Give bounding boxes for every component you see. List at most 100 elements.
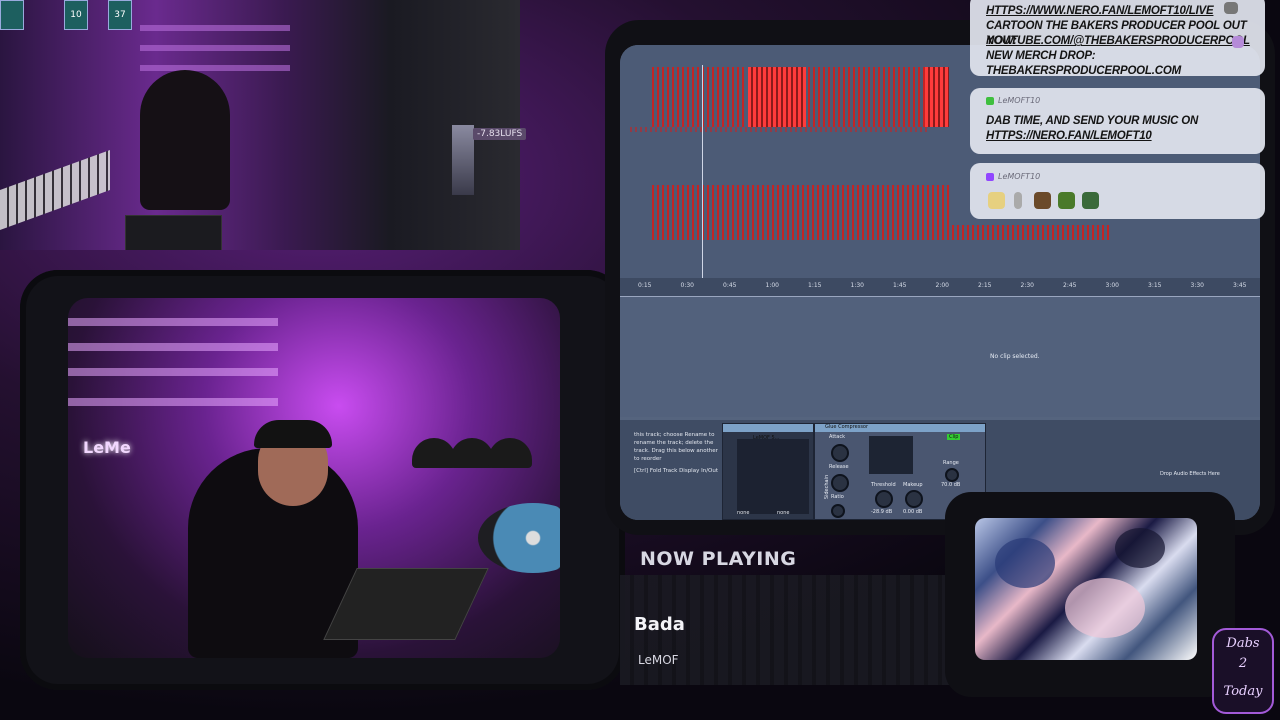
- chat-line-link[interactable]: YOUTUBE.COM/@THEBAKERSPRODUCERPOOL: [986, 34, 1250, 49]
- neon-sign: LeMe: [83, 438, 131, 457]
- clip-view-status: No clip selected.: [990, 353, 1040, 360]
- chat-line: DAB TIME, AND SEND YOUR MUSIC ON: [986, 115, 1199, 127]
- audio-clip[interactable]: [652, 185, 952, 240]
- ruler-tick: 1:00: [765, 282, 779, 289]
- info-text: this track; choose Rename to rename the …: [634, 432, 718, 462]
- wall-sticker: 10: [64, 0, 88, 30]
- playhead[interactable]: [702, 65, 703, 280]
- makeup-value: 0.00 dB: [903, 509, 923, 515]
- range-knob[interactable]: [945, 468, 959, 482]
- chat-username[interactable]: LeMOFT10: [998, 96, 1040, 105]
- clip-view[interactable]: [620, 297, 1260, 417]
- audio-clip[interactable]: [652, 67, 747, 127]
- chat-line: NEW MERCH DROP: THEBAKERSPRODUCERPOOL.CO…: [986, 50, 1181, 77]
- streamer-cap: [254, 420, 332, 448]
- audio-clip[interactable]: [925, 67, 949, 127]
- shelf: [68, 318, 278, 326]
- shelf: [68, 343, 278, 351]
- now-playing-heading: NOW PLAYING: [640, 548, 797, 570]
- chat-username[interactable]: LeMOFT10: [998, 172, 1040, 181]
- audio-clip[interactable]: [952, 225, 1112, 240]
- gain-reduction-meter: [869, 436, 913, 474]
- drum-pad: [125, 215, 222, 250]
- ruler-tick: 0:30: [680, 282, 694, 289]
- range-label: Range: [943, 460, 959, 466]
- emote-icon: [1082, 192, 1099, 209]
- emote-icon: [1014, 192, 1022, 209]
- track-title: Bada: [634, 614, 685, 635]
- device-title-bar[interactable]: Glue Compressor: [815, 424, 985, 432]
- channel-logo: Dabs 2 Today: [1212, 628, 1274, 714]
- turntable: [478, 503, 560, 573]
- ruler-tick: 3:00: [1105, 282, 1119, 289]
- release-knob[interactable]: [831, 474, 849, 492]
- threshold-value: -28.9 dB: [871, 509, 893, 515]
- ratio-knob[interactable]: [831, 504, 845, 518]
- chat-line-link[interactable]: HTTPS://NERO.FAN/LEMOFT10: [986, 129, 1152, 144]
- timeline-ruler[interactable]: 0:15 0:30 0:45 1:00 1:15 1:30 1:45 2:00 2:15 2:30…: [620, 278, 1260, 298]
- chat-line-link[interactable]: HTTPS://WWW.NERO.FAN/LEMOFT10/LIVE: [986, 4, 1214, 19]
- wall-sticker: [0, 0, 24, 30]
- art-shape: [1065, 578, 1145, 638]
- logo-line-1: Dabs: [1226, 636, 1260, 651]
- gift-emote-icon: [1232, 36, 1244, 48]
- camera-emote-icon: [1224, 2, 1238, 14]
- webcam-main: LeMe: [68, 298, 560, 658]
- threshold-knob[interactable]: [875, 490, 893, 508]
- cap: [488, 438, 532, 468]
- album-art: [975, 518, 1197, 660]
- level-meter: [452, 125, 474, 195]
- ratio-label: Ratio: [831, 494, 844, 500]
- ruler-tick: 3:45: [1233, 282, 1247, 289]
- attack-knob[interactable]: [831, 444, 849, 462]
- ruler-tick: 3:15: [1148, 282, 1162, 289]
- chat-message: HTTPS://WWW.NERO.FAN/LEMOFT10/LIVE CARTO…: [970, 0, 1265, 77]
- release-label: Release: [829, 464, 849, 470]
- attack-label: Attack: [829, 434, 845, 440]
- chat-message: LeMOFT10 DAB TIME, AND SEND YOUR MUSIC O…: [970, 88, 1265, 154]
- shelf: [68, 398, 278, 406]
- ruler-tick: 2:30: [1020, 282, 1034, 289]
- ruler-tick: 3:30: [1190, 282, 1204, 289]
- emote-icon: [988, 192, 1005, 209]
- wall-sticker: 37: [108, 0, 132, 30]
- ruler-tick: 2:15: [978, 282, 992, 289]
- fold-hint: [Ctrl] Fold Track Display In/Out: [634, 468, 719, 474]
- shelf: [68, 368, 278, 376]
- emote-icon: [1034, 192, 1051, 209]
- info-view: this track; choose Rename to rename the …: [634, 431, 724, 475]
- device-selector[interactable]: none: [737, 510, 749, 516]
- keyboard: [0, 149, 110, 231]
- drop-effects-hint[interactable]: Drop Audio Effects Here: [1160, 471, 1220, 477]
- clip-toggle[interactable]: Clip: [947, 434, 961, 440]
- device-title-bar[interactable]: LeMOF 5...: [723, 424, 813, 441]
- shelf: [140, 65, 290, 71]
- device-selector[interactable]: none: [777, 510, 789, 516]
- track-artist: LeMOF: [638, 653, 679, 667]
- twitch-badge-icon: [986, 173, 994, 181]
- makeup-label: Makeup: [903, 482, 923, 488]
- ruler-tick: 2:45: [1063, 282, 1077, 289]
- chat-message: LeMOFT10: [970, 163, 1265, 219]
- webcam-top: 10 37: [0, 0, 520, 250]
- shelf: [140, 45, 290, 51]
- ruler-tick: 1:30: [850, 282, 864, 289]
- audio-clip[interactable]: [748, 67, 806, 127]
- loudness-readout: -7.83LUFS: [473, 128, 527, 140]
- range-value: 70.0 dB: [941, 482, 961, 488]
- logo-line-2: 2: [1238, 656, 1248, 671]
- art-shape: [995, 538, 1055, 588]
- ruler-tick: 1:45: [893, 282, 907, 289]
- shelf: [140, 25, 290, 31]
- audio-clip[interactable]: [630, 127, 930, 132]
- threshold-label: Threshold: [871, 482, 896, 488]
- emote-icon: [1058, 192, 1075, 209]
- makeup-knob[interactable]: [905, 490, 923, 508]
- art-shape: [1115, 528, 1165, 568]
- ruler-tick: 2:00: [935, 282, 949, 289]
- logo-line-3: Today: [1223, 684, 1263, 699]
- streamer: [140, 70, 230, 210]
- audio-clip[interactable]: [808, 67, 928, 127]
- sidechain-label[interactable]: Sidechain: [824, 475, 830, 499]
- device-instrument[interactable]: LeMOF 5... none none: [722, 423, 814, 520]
